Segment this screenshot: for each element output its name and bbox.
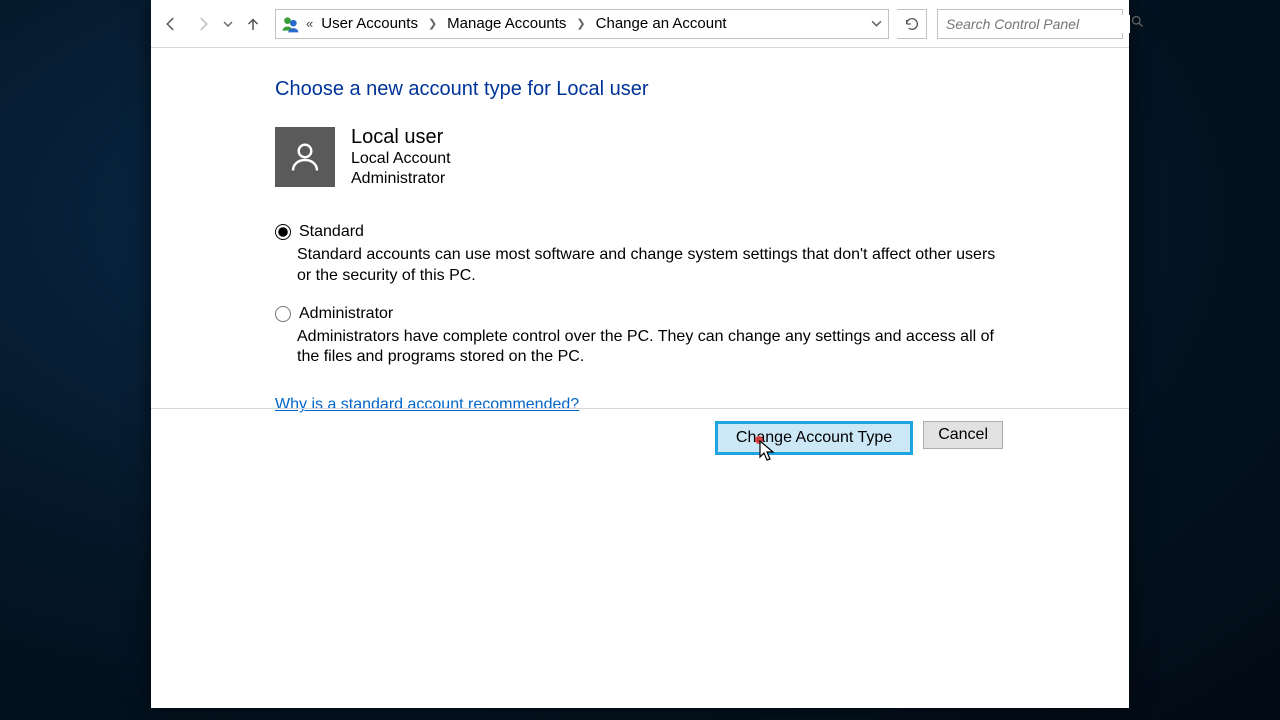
search-box[interactable]: [937, 9, 1123, 39]
breadcrumb-change-account[interactable]: Change an Account: [592, 13, 731, 34]
user-meta: Local user Local Account Administrator: [351, 125, 451, 189]
user-account-type: Local Account: [351, 149, 451, 169]
user-name: Local user: [351, 125, 451, 149]
content-area: Choose a new account type for Local user…: [151, 48, 1129, 414]
chevron-right-icon[interactable]: ❯: [572, 17, 589, 30]
recent-locations-dropdown[interactable]: [221, 19, 235, 29]
refresh-button[interactable]: [897, 9, 927, 39]
option-administrator-desc: Administrators have complete control ove…: [297, 327, 1007, 369]
cancel-button[interactable]: Cancel: [923, 421, 1003, 449]
breadcrumb-root-chevrons: «: [304, 16, 315, 31]
radio-administrator[interactable]: [275, 306, 291, 322]
user-summary: Local user Local Account Administrator: [275, 125, 1089, 189]
change-account-type-button[interactable]: Change Account Type: [715, 421, 913, 455]
page-title: Choose a new account type for Local user: [275, 78, 1089, 101]
breadcrumb-user-accounts[interactable]: User Accounts: [317, 13, 422, 34]
radio-standard[interactable]: [275, 224, 291, 240]
option-administrator-label: Administrator: [299, 305, 393, 323]
address-dropdown[interactable]: [864, 10, 888, 38]
option-administrator: Administrator Administrators have comple…: [275, 305, 1089, 369]
address-bar[interactable]: « User Accounts ❯ Manage Accounts ❯ Chan…: [275, 9, 889, 39]
search-icon[interactable]: [1130, 14, 1145, 34]
button-row: Change Account Type Cancel: [151, 408, 1129, 467]
option-standard-desc: Standard accounts can use most software …: [297, 245, 1007, 287]
user-role: Administrator: [351, 169, 451, 189]
breadcrumb-manage-accounts[interactable]: Manage Accounts: [443, 13, 570, 34]
option-standard-label: Standard: [299, 223, 364, 241]
option-standard: Standard Standard accounts can use most …: [275, 223, 1089, 287]
user-accounts-icon: [280, 14, 300, 34]
up-button[interactable]: [239, 10, 267, 38]
chevron-right-icon[interactable]: ❯: [424, 17, 441, 30]
control-panel-window: « User Accounts ❯ Manage Accounts ❯ Chan…: [151, 0, 1129, 708]
back-button[interactable]: [157, 10, 185, 38]
forward-button[interactable]: [189, 10, 217, 38]
toolbar: « User Accounts ❯ Manage Accounts ❯ Chan…: [151, 0, 1129, 48]
search-input[interactable]: [944, 15, 1130, 33]
avatar: [275, 127, 335, 187]
